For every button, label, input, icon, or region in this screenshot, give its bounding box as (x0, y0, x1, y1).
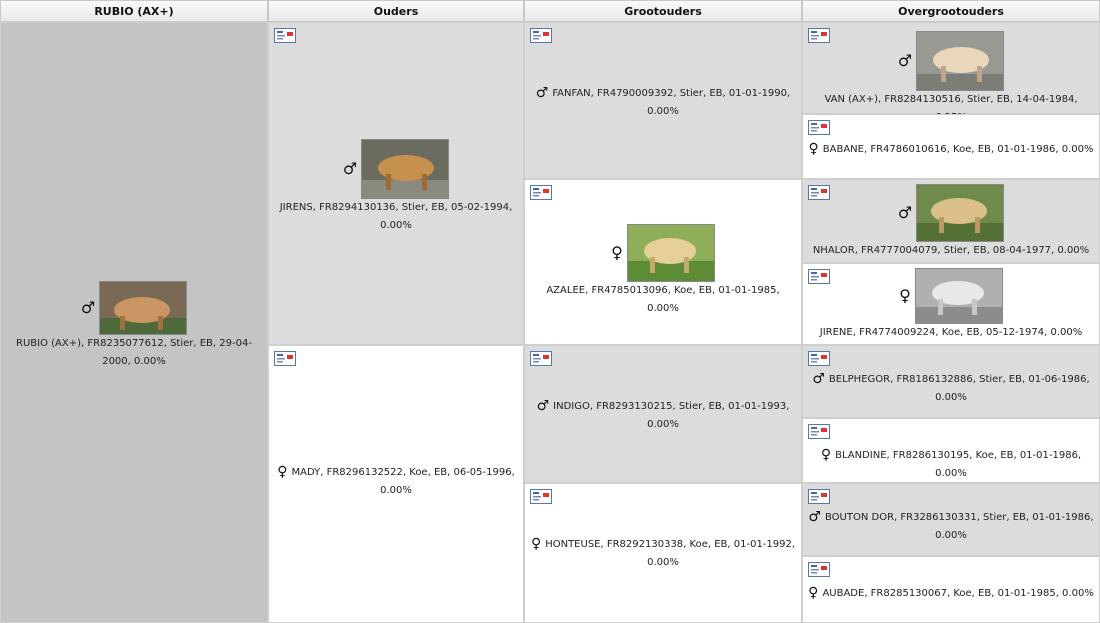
sire-content: ♂ JIRENS, FR8294130136, Stier, EB, 05-02… (269, 139, 523, 235)
animal-card-icon[interactable] (530, 351, 552, 366)
animal-card-icon[interactable] (530, 28, 552, 43)
female-sex-icon: ♀ (530, 536, 542, 552)
great-grandparent-label[interactable]: NHALOR, FR4777004079, Stier, EB, 08-04-1… (807, 242, 1095, 260)
animal-card-icon[interactable] (808, 562, 830, 577)
female-sex-icon: ♀ (820, 447, 832, 463)
great-grandparent-content: ♀ BLANDINE, FR8286130195, Koe, EB, 01-01-… (803, 447, 1099, 483)
dam-cell: ♀ MADY, FR8296132522, Koe, EB, 06-05-1996… (268, 345, 524, 623)
grandparent-cell-sire-dam: ♀ AZALEE, FR4785013096, Koe, EB, 01-01-1… (524, 179, 802, 345)
column-header-great-grandparents: Overgrootouders (802, 0, 1100, 22)
sire-label[interactable]: JIRENS, FR8294130136, Stier, EB, 05-02-1… (273, 199, 519, 235)
great-grandparent-cell-4: ♀ JIRENE, FR4774009224, Koe, EB, 05-12-1… (802, 263, 1100, 345)
male-sex-icon: ♂ (535, 85, 549, 101)
animal-photo[interactable] (99, 281, 188, 335)
great-grandparent-cell-6: ♀ BLANDINE, FR8286130195, Koe, EB, 01-01-… (802, 418, 1100, 483)
female-sex-icon: ♀ (808, 585, 819, 601)
animal-photo[interactable] (626, 224, 715, 282)
animal-card-icon[interactable] (274, 351, 296, 366)
grandparent-label[interactable]: HONTEUSE, FR8292130338, Koe, EB, 01-01-1… (545, 539, 795, 568)
female-sex-icon: ♀ (277, 464, 288, 480)
sire-cell: ♂ JIRENS, FR8294130136, Stier, EB, 05-02… (268, 22, 524, 345)
grandparent-cell-sire-sire: ♂ FANFAN, FR4790009392, Stier, EB, 01-01-… (524, 22, 802, 179)
animal-photo[interactable] (916, 184, 1005, 242)
animal-card-icon[interactable] (274, 28, 296, 43)
grandparent-cell-dam-dam: ♀ HONTEUSE, FR8292130338, Koe, EB, 01-01-… (524, 483, 802, 623)
male-sex-icon: ♂ (897, 203, 913, 222)
grandparent-label[interactable]: AZALEE, FR4785013096, Koe, EB, 01-01-198… (529, 282, 797, 318)
great-grandparent-label[interactable]: BABANE, FR4786010616, Koe, EB, 01-01-198… (823, 144, 1094, 155)
great-grandparent-content: ♂ BOUTON DOR, FR3286130331, Stier, EB, 01… (803, 509, 1099, 545)
great-grandparent-cell-8: ♀ AUBADE, FR8285130067, Koe, EB, 01-01-19… (802, 556, 1100, 623)
female-sex-icon: ♀ (808, 141, 819, 157)
grandparent-label[interactable]: INDIGO, FR8293130215, Stier, EB, 01-01-1… (553, 401, 789, 430)
animal-card-icon[interactable] (808, 351, 830, 366)
great-grandparent-cell-1: ♂ VAN (AX+), FR8284130516, Stier, EB, 14… (802, 22, 1100, 123)
female-sex-icon: ♀ (611, 243, 623, 262)
grandparent-content: ♂ FANFAN, FR4790009392, Stier, EB, 01-01-… (525, 85, 801, 121)
great-grandparent-label[interactable]: BELPHEGOR, FR8186132886, Stier, EB, 01-0… (829, 374, 1090, 403)
column-header-subject: RUBIO (AX+) (0, 0, 268, 22)
great-grandparent-content: ♀ JIRENE, FR4774009224, Koe, EB, 05-12-1… (803, 268, 1099, 342)
great-grandparent-label[interactable]: BLANDINE, FR8286130195, Koe, EB, 01-01-1… (835, 450, 1081, 479)
animal-photo[interactable] (914, 268, 1003, 324)
subject-content: ♂ RUBIO (AX+), FR8235077612, Stier, EB, … (1, 281, 267, 371)
grandparent-label[interactable]: FANFAN, FR4790009392, Stier, EB, 01-01-1… (552, 88, 790, 117)
animal-photo[interactable] (361, 139, 450, 199)
great-grandparent-cell-3: ♂ NHALOR, FR4777004079, Stier, EB, 08-04… (802, 179, 1100, 263)
animal-card-icon[interactable] (530, 489, 552, 504)
great-grandparent-content: ♂ VAN (AX+), FR8284130516, Stier, EB, 14… (803, 31, 1099, 127)
animal-card-icon[interactable] (530, 185, 552, 200)
great-grandparent-content: ♀ AUBADE, FR8285130067, Koe, EB, 01-01-19… (803, 585, 1099, 603)
column-header-parents: Ouders (268, 0, 524, 22)
great-grandparent-label[interactable]: BOUTON DOR, FR3286130331, Stier, EB, 01-… (825, 512, 1094, 541)
grandparent-content: ♀ AZALEE, FR4785013096, Koe, EB, 01-01-1… (525, 224, 801, 318)
column-header-grandparents: Grootouders (524, 0, 802, 22)
male-sex-icon: ♂ (808, 509, 821, 525)
great-grandparent-cell-5: ♂ BELPHEGOR, FR8186132886, Stier, EB, 01-… (802, 345, 1100, 418)
animal-card-icon[interactable] (808, 424, 830, 439)
great-grandparent-cell-7: ♂ BOUTON DOR, FR3286130331, Stier, EB, 01… (802, 483, 1100, 556)
great-grandparent-content: ♀ BABANE, FR4786010616, Koe, EB, 01-01-19… (803, 141, 1099, 159)
grandparent-content: ♀ HONTEUSE, FR8292130338, Koe, EB, 01-01-… (525, 536, 801, 572)
pedigree-grid: RUBIO (AX+) Ouders Grootouders Overgroot… (0, 0, 1100, 623)
subject-cell: ♂ RUBIO (AX+), FR8235077612, Stier, EB, … (0, 22, 268, 623)
great-grandparent-cell-2: ♀ BABANE, FR4786010616, Koe, EB, 01-01-19… (802, 114, 1100, 179)
great-grandparent-label[interactable]: JIRENE, FR4774009224, Koe, EB, 05-12-197… (807, 324, 1095, 342)
great-grandparent-content: ♂ NHALOR, FR4777004079, Stier, EB, 08-04… (803, 184, 1099, 260)
male-sex-icon: ♂ (897, 51, 913, 70)
great-grandparent-label[interactable]: AUBADE, FR8285130067, Koe, EB, 01-01-198… (822, 588, 1093, 599)
animal-photo[interactable] (916, 31, 1005, 91)
animal-card-icon[interactable] (808, 120, 830, 135)
animal-card-icon[interactable] (808, 489, 830, 504)
male-sex-icon: ♂ (536, 398, 550, 414)
subject-label[interactable]: RUBIO (AX+), FR8235077612, Stier, EB, 29… (5, 335, 263, 371)
male-sex-icon: ♂ (80, 298, 96, 317)
male-sex-icon: ♂ (812, 371, 825, 387)
grandparent-cell-dam-sire: ♂ INDIGO, FR8293130215, Stier, EB, 01-01-… (524, 345, 802, 483)
dam-content: ♀ MADY, FR8296132522, Koe, EB, 06-05-1996… (269, 464, 523, 500)
female-sex-icon: ♀ (899, 286, 911, 305)
grandparent-content: ♂ INDIGO, FR8293130215, Stier, EB, 01-01-… (525, 398, 801, 434)
dam-label[interactable]: MADY, FR8296132522, Koe, EB, 06-05-1996,… (291, 467, 514, 496)
male-sex-icon: ♂ (342, 159, 358, 178)
great-grandparent-content: ♂ BELPHEGOR, FR8186132886, Stier, EB, 01-… (803, 371, 1099, 407)
